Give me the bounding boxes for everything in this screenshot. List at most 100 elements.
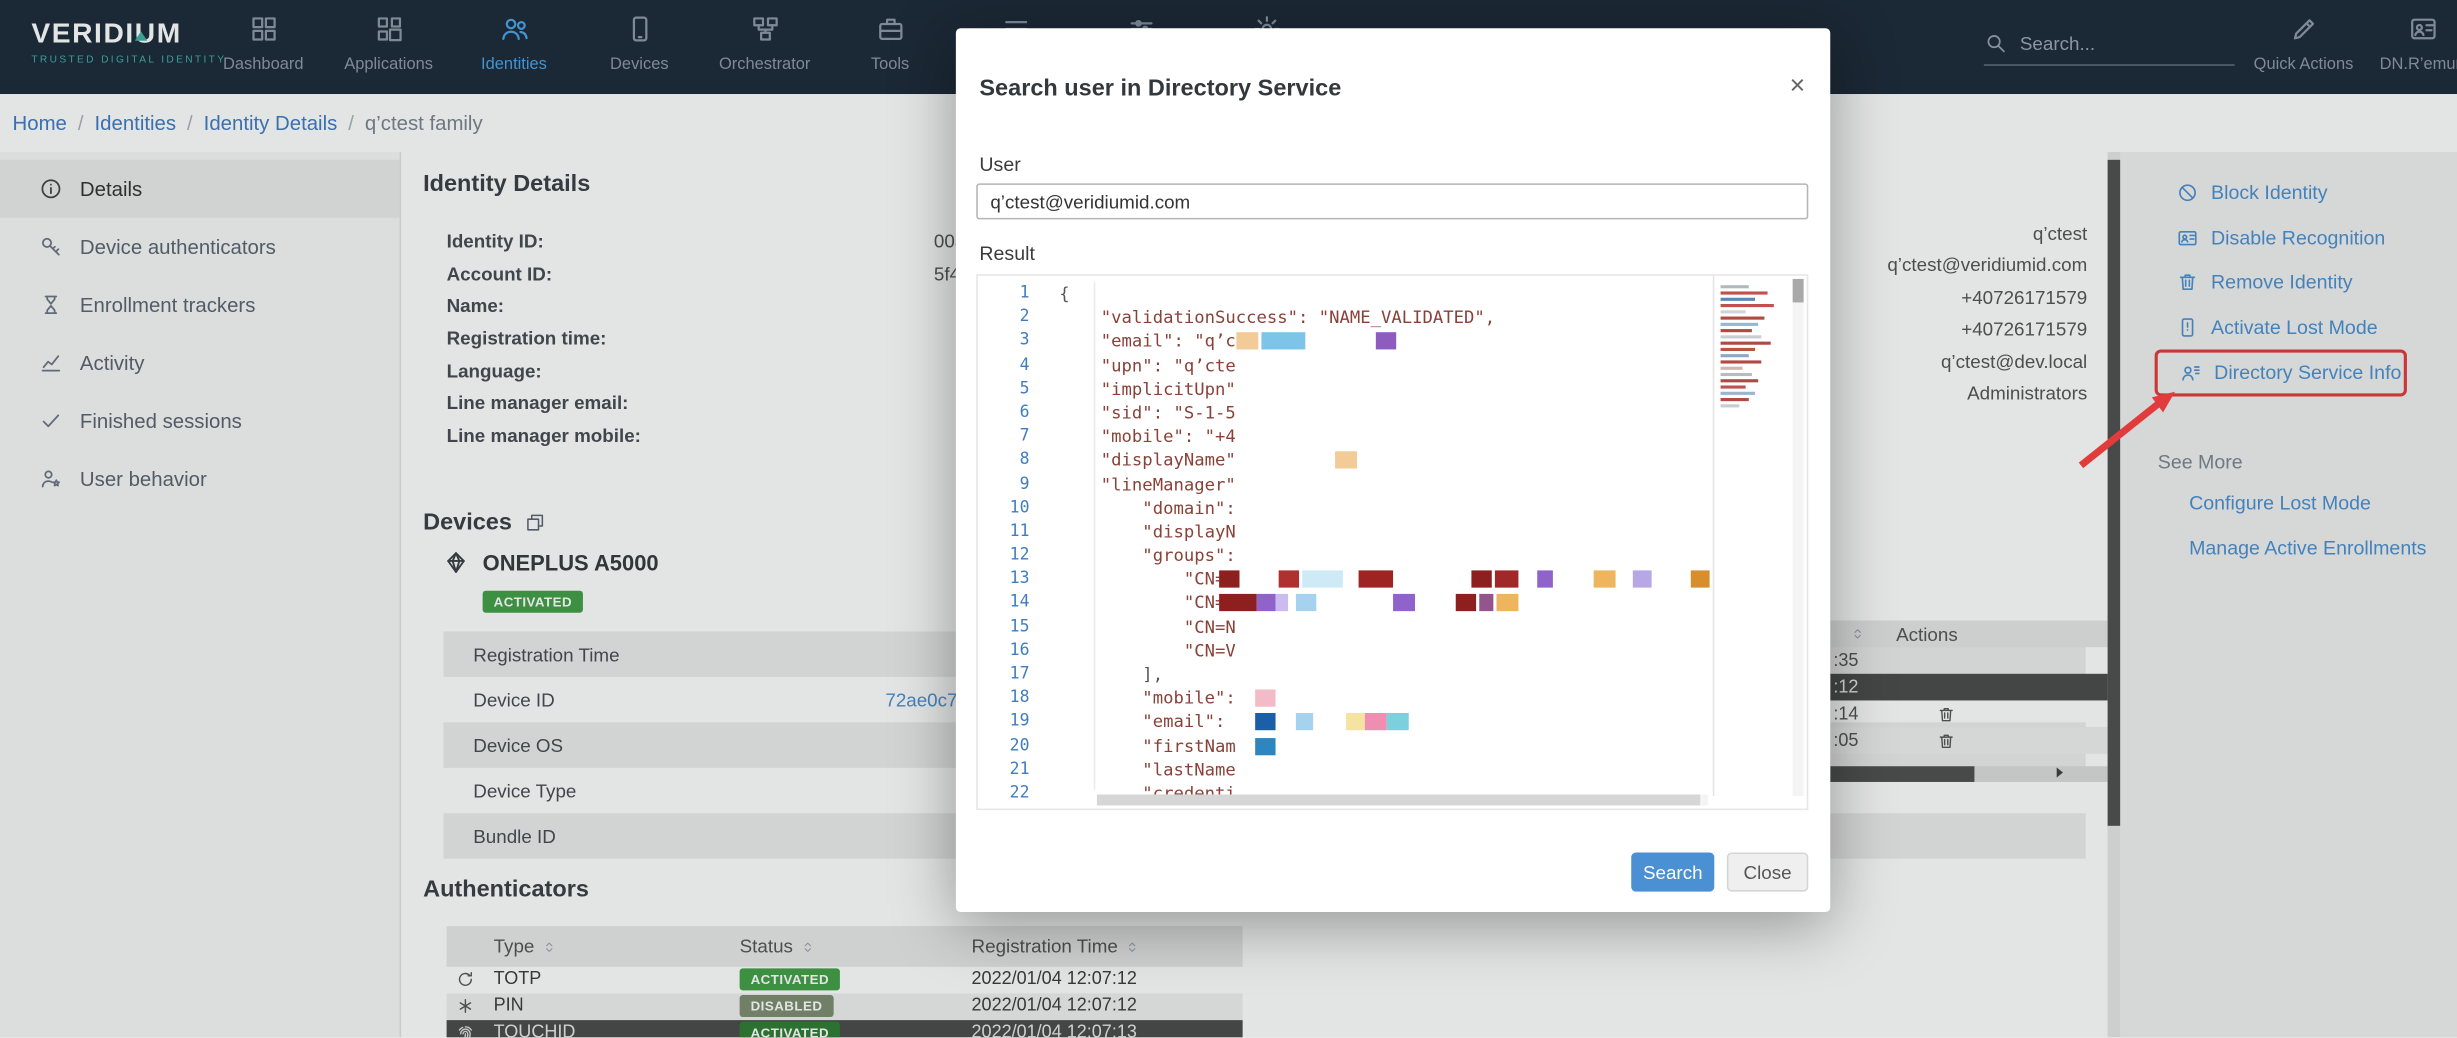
code-line-14: 14 "CN= xyxy=(978,591,1807,615)
code-line-3: 3 "email": "q’c xyxy=(978,330,1807,354)
redaction-block xyxy=(1261,333,1305,350)
editor-hscrollbar[interactable] xyxy=(1097,794,1708,805)
code-lines: 1{2 "validationSuccess": "NAME_VALIDATED… xyxy=(978,282,1807,806)
code-text: "lineManager" xyxy=(1059,472,1235,496)
code-text: ], xyxy=(1059,663,1163,687)
user-input[interactable] xyxy=(976,183,1808,219)
minimap-mark xyxy=(1721,404,1740,407)
redaction-block xyxy=(1479,595,1493,612)
annotation-arrow xyxy=(2065,381,2190,478)
code-text: "displayName" xyxy=(1059,449,1235,473)
line-number: 3 xyxy=(978,330,1030,354)
line-number: 21 xyxy=(978,758,1030,782)
line-number: 18 xyxy=(978,687,1030,711)
minimap-mark xyxy=(1721,285,1749,288)
close-icon[interactable]: × xyxy=(1790,72,1806,99)
redaction-block xyxy=(1376,333,1396,350)
redaction-block xyxy=(1365,714,1387,731)
line-number: 20 xyxy=(978,734,1030,758)
code-line-10: 10 "domain": xyxy=(978,496,1807,520)
close-button[interactable]: Close xyxy=(1727,852,1808,891)
line-number: 1 xyxy=(978,282,1030,306)
minimap-mark xyxy=(1721,317,1765,320)
code-line-4: 4 "upn": "q’cte xyxy=(978,353,1807,377)
minimap-mark xyxy=(1721,335,1762,338)
code-text: "email": "q’c xyxy=(1059,330,1235,354)
minimap-mark xyxy=(1721,379,1759,382)
code-text: "implicitUpn" xyxy=(1059,377,1235,401)
code-line-2: 2 "validationSuccess": "NAME_VALIDATED", xyxy=(978,306,1807,330)
code-line-18: 18 "mobile": xyxy=(978,687,1807,711)
code-line-11: 11 "displayN xyxy=(978,520,1807,544)
minimap-mark xyxy=(1721,373,1752,376)
code-text: "lastName xyxy=(1059,758,1235,782)
code-text: "displayN xyxy=(1059,520,1235,544)
code-text: "sid": "S-1-5 xyxy=(1059,401,1235,425)
redaction-block xyxy=(1276,595,1289,612)
redaction-block xyxy=(1359,571,1393,588)
minimap-mark xyxy=(1721,360,1762,363)
line-number: 14 xyxy=(978,591,1030,615)
code-line-20: 20 "firstNam xyxy=(978,734,1807,758)
code-text: "CN= xyxy=(1059,591,1225,615)
modal-title: Search user in Directory Service xyxy=(979,75,1341,102)
redaction-block xyxy=(1594,571,1616,588)
code-line-13: 13 "CN=V xyxy=(978,568,1807,592)
line-number: 19 xyxy=(978,710,1030,734)
editor-vscrollbar-thumb[interactable] xyxy=(1793,279,1804,303)
result-label: Result xyxy=(979,243,1035,265)
line-number: 9 xyxy=(978,472,1030,496)
redaction-block xyxy=(1257,595,1276,612)
redaction-block xyxy=(1219,595,1257,612)
code-text: "mobile": xyxy=(1059,687,1235,711)
search-button[interactable]: Search xyxy=(1631,852,1714,891)
redaction-block xyxy=(1456,595,1476,612)
editor-vscrollbar[interactable] xyxy=(1793,279,1804,796)
editor-minimap xyxy=(1721,285,1790,410)
code-line-5: 5 "implicitUpn" xyxy=(978,377,1807,401)
minimap-mark xyxy=(1721,392,1755,395)
minimap-mark xyxy=(1721,385,1746,388)
code-text: "groups": xyxy=(1059,544,1235,568)
redaction-block xyxy=(1296,595,1316,612)
redaction-block xyxy=(1255,690,1275,707)
code-line-16: 16 "CN=V xyxy=(978,639,1807,663)
line-number: 11 xyxy=(978,520,1030,544)
minimap-separator xyxy=(1713,276,1715,796)
code-text: "CN=V xyxy=(1059,639,1235,663)
redaction-block xyxy=(1691,571,1710,588)
code-line-9: 9 "lineManager" xyxy=(978,472,1807,496)
redaction-block xyxy=(1236,333,1258,350)
minimap-mark xyxy=(1721,310,1746,313)
line-number: 2 xyxy=(978,306,1030,330)
code-line-6: 6 "sid": "S-1-5 xyxy=(978,401,1807,425)
redaction-block xyxy=(1633,571,1652,588)
line-number: 8 xyxy=(978,449,1030,473)
result-editor[interactable]: 1{2 "validationSuccess": "NAME_VALIDATED… xyxy=(976,274,1808,810)
line-number: 15 xyxy=(978,615,1030,639)
line-number: 12 xyxy=(978,544,1030,568)
code-text: "validationSuccess": "NAME_VALIDATED", xyxy=(1059,306,1495,330)
line-number: 6 xyxy=(978,401,1030,425)
minimap-mark xyxy=(1721,304,1774,307)
line-number: 4 xyxy=(978,353,1030,377)
code-text: "CN=V xyxy=(1059,568,1235,592)
redaction-block xyxy=(1471,571,1491,588)
code-text: { xyxy=(1059,282,1069,306)
minimap-mark xyxy=(1721,367,1743,370)
code-text: "domain": xyxy=(1059,496,1235,520)
line-number: 7 xyxy=(978,425,1030,449)
code-line-19: 19 "email": xyxy=(978,710,1807,734)
redaction-block xyxy=(1255,737,1275,754)
minimap-mark xyxy=(1721,354,1749,357)
redaction-block xyxy=(1387,714,1409,731)
minimap-mark xyxy=(1721,348,1755,351)
redaction-block xyxy=(1279,571,1299,588)
code-text: "mobile": "+4 xyxy=(1059,425,1235,449)
redaction-block xyxy=(1495,571,1519,588)
redaction-block xyxy=(1393,595,1415,612)
screen: VERIDIUM TRUSTED DIGITAL IDENTITY Dashbo… xyxy=(0,0,2457,1037)
code-line-21: 21 "lastName xyxy=(978,758,1807,782)
editor-hscrollbar-thumb[interactable] xyxy=(1097,794,1700,805)
code-line-1: 1{ xyxy=(978,282,1807,306)
